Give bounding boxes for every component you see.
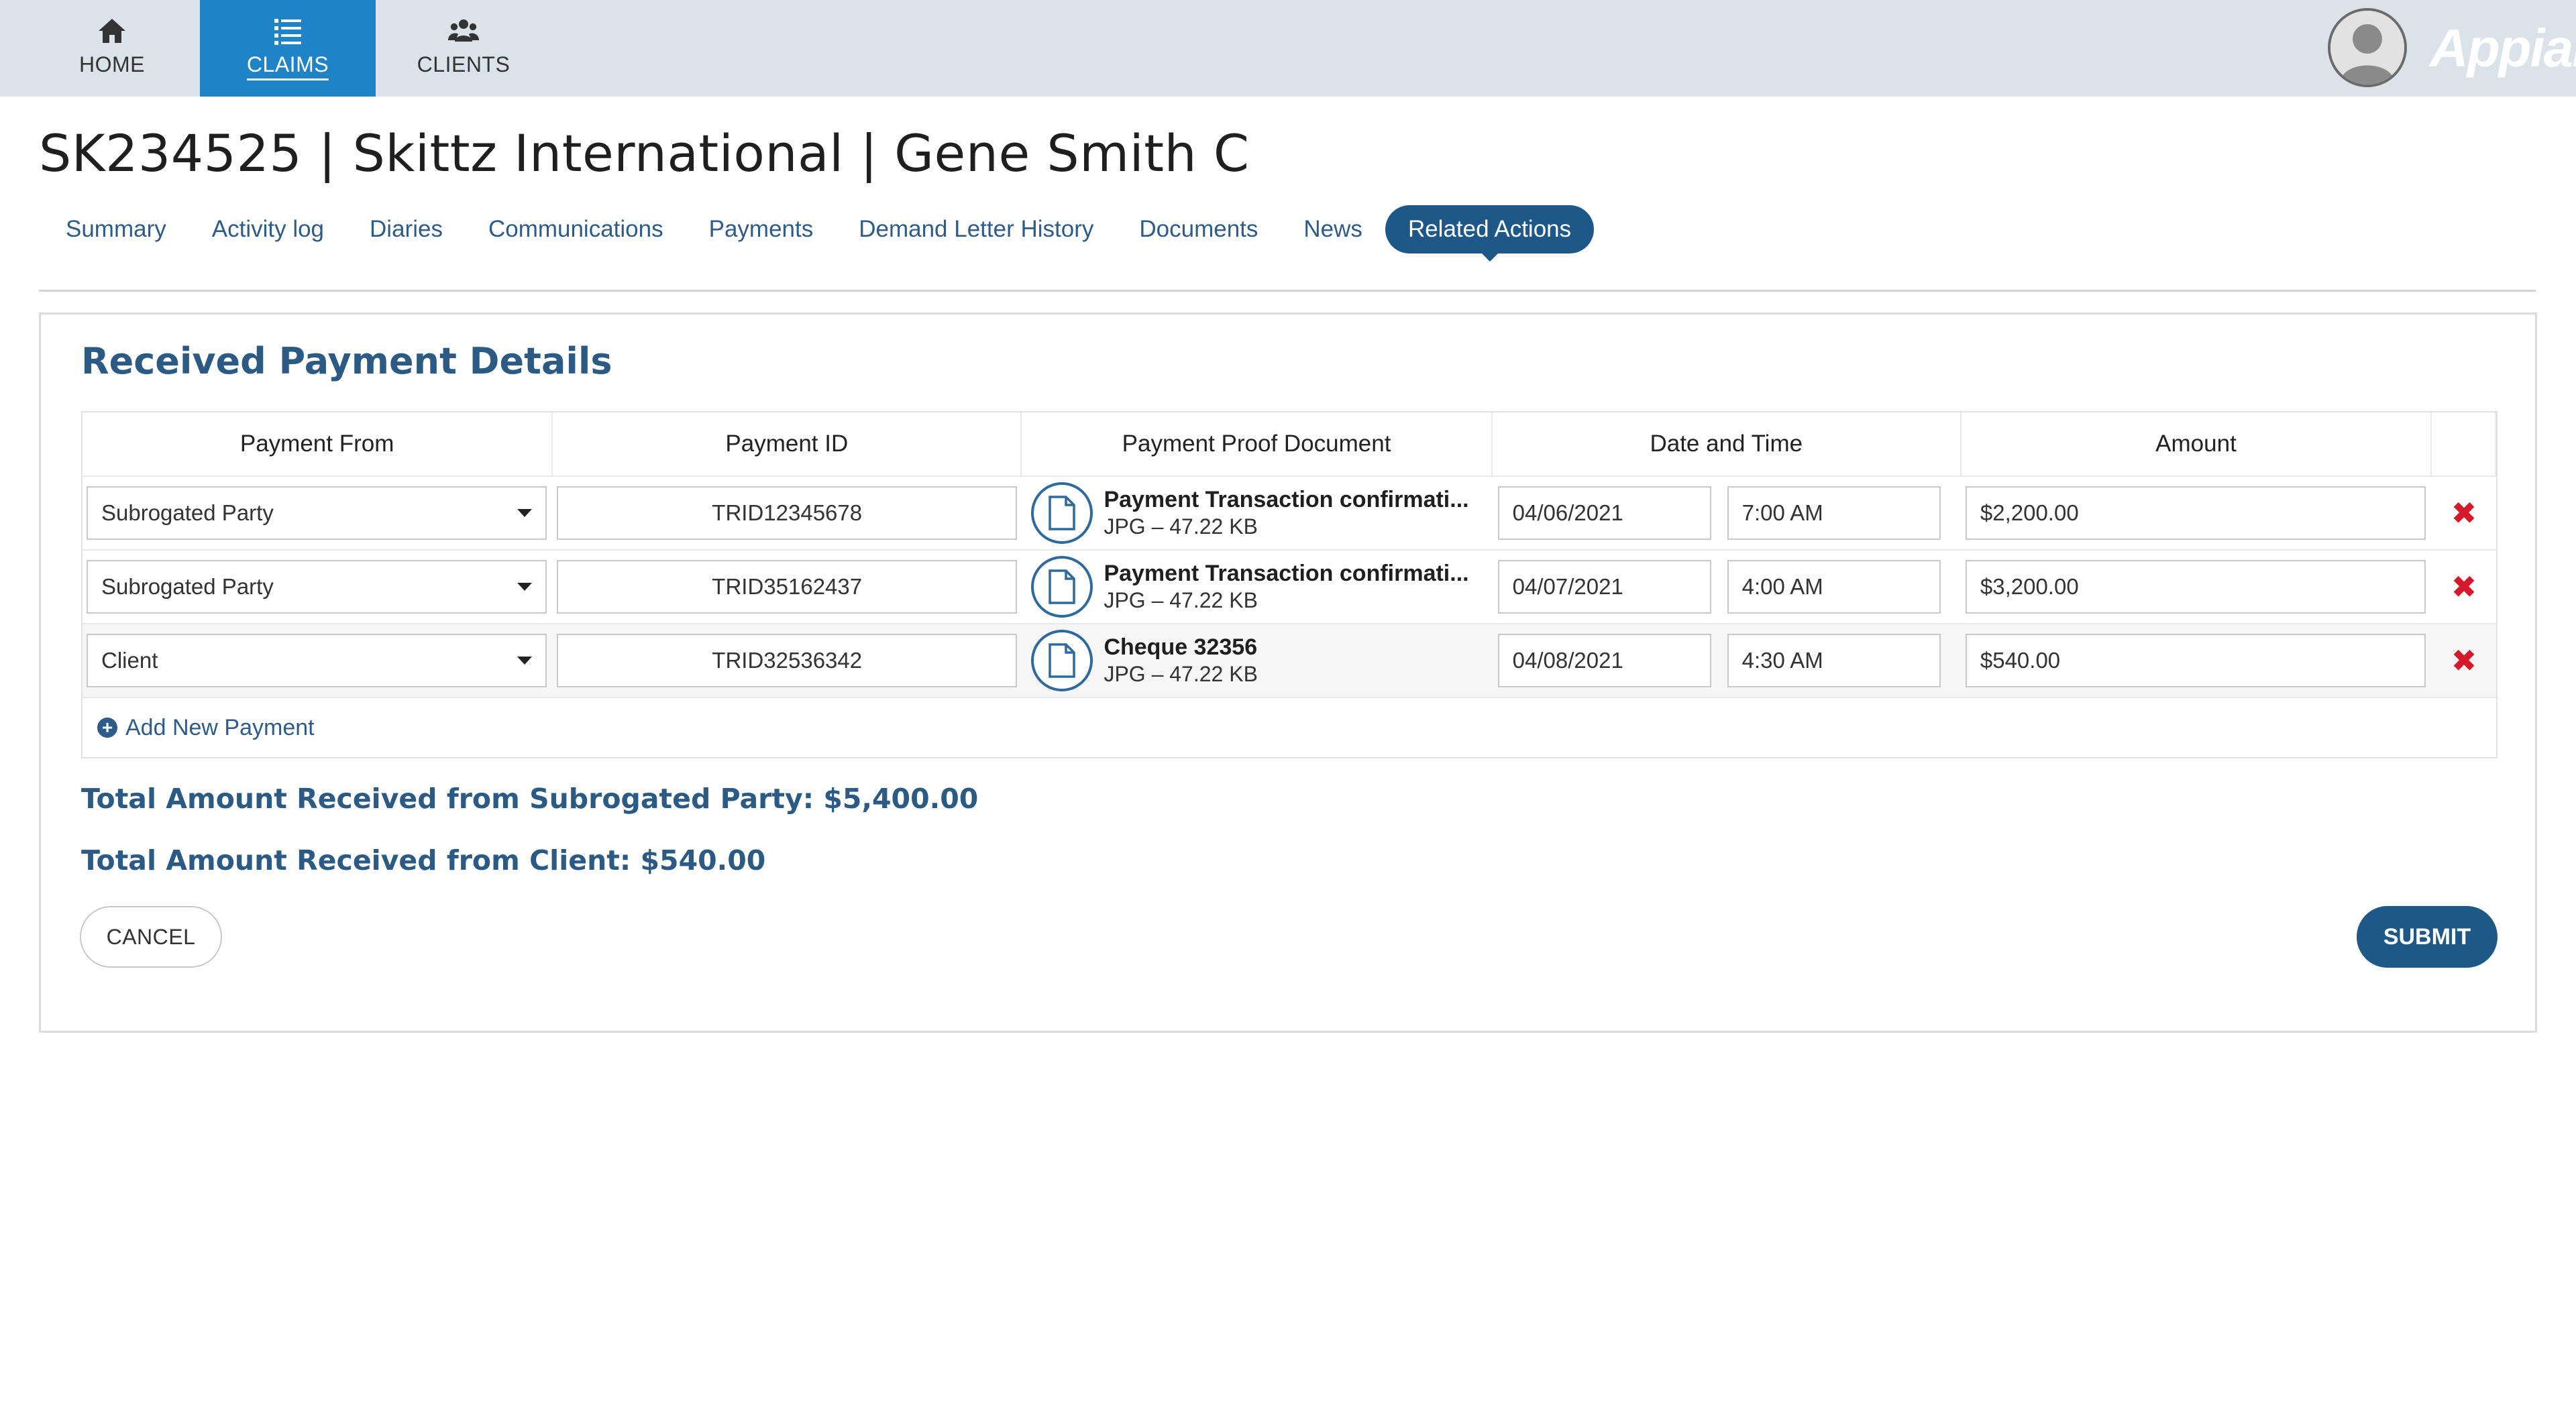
payment-from-select[interactable]: Subrogated Party	[87, 486, 547, 540]
payment-id-input[interactable]: TRID12345678	[557, 486, 1018, 540]
document-icon	[1031, 556, 1093, 618]
tab-demand-letter-history[interactable]: Demand Letter History	[836, 205, 1116, 253]
add-new-payment-link[interactable]: + Add New Payment	[83, 698, 2496, 757]
time-input[interactable]: 4:00 AM	[1727, 560, 1941, 614]
cancel-button[interactable]: CANCEL	[80, 906, 222, 968]
top-nav-bar: HOME CLAIMS CLIENTS Appian	[0, 0, 2576, 97]
payment-row: Subrogated Party TRID12345678 Payment Tr…	[83, 477, 2496, 551]
date-input[interactable]: 04/08/2021	[1497, 634, 1711, 687]
caret-down-icon	[517, 509, 532, 517]
payment-row: Subrogated Party TRID35162437 Payment Tr…	[83, 551, 2496, 624]
document-name: Cheque 32356	[1104, 634, 1258, 660]
user-avatar[interactable]	[2328, 8, 2407, 87]
payment-id-input[interactable]: TRID35162437	[557, 560, 1018, 614]
document-icon	[1031, 482, 1093, 544]
date-input[interactable]: 04/07/2021	[1497, 560, 1711, 614]
nav-clients[interactable]: CLIENTS	[376, 0, 551, 97]
users-icon	[448, 19, 479, 42]
document-name: Payment Transaction confirmati...	[1104, 561, 1469, 586]
proof-document-link[interactable]: Payment Transaction confirmati... JPG – 4…	[1026, 482, 1469, 544]
user-silhouette-icon	[2330, 11, 2404, 84]
proof-document-link[interactable]: Cheque 32356 JPG – 47.22 KB	[1026, 630, 1258, 691]
plus-circle-icon: +	[97, 717, 117, 738]
document-icon	[1031, 630, 1093, 691]
amount-input[interactable]: $540.00	[1965, 634, 2426, 687]
add-new-payment-label: Add New Payment	[125, 714, 315, 740]
column-header-proof-document: Payment Proof Document	[1022, 412, 1493, 475]
nav-claims[interactable]: CLAIMS	[200, 0, 376, 97]
nav-claims-label: CLAIMS	[246, 52, 329, 80]
section-title: Received Payment Details	[81, 340, 612, 382]
nav-home[interactable]: HOME	[24, 0, 200, 97]
amount-input[interactable]: $2,200.00	[1965, 486, 2426, 540]
column-header-payment-id: Payment ID	[553, 412, 1022, 475]
document-name: Payment Transaction confirmati...	[1104, 487, 1469, 512]
document-meta: JPG – 47.22 KB	[1104, 662, 1258, 686]
tab-communications[interactable]: Communications	[466, 205, 686, 253]
total-subrogated: Total Amount Received from Subrogated Pa…	[81, 783, 979, 815]
tab-payments[interactable]: Payments	[686, 205, 837, 253]
proof-document-link[interactable]: Payment Transaction confirmati... JPG – 4…	[1026, 556, 1469, 618]
remove-row-icon[interactable]: ✖	[2436, 569, 2492, 605]
submit-button[interactable]: SUBMIT	[2357, 906, 2498, 968]
caret-down-icon	[517, 657, 532, 665]
nav-clients-label: CLIENTS	[417, 52, 511, 76]
document-meta: JPG – 47.22 KB	[1104, 514, 1258, 539]
payment-from-select[interactable]: Client	[87, 634, 547, 687]
column-header-payment-from: Payment From	[83, 412, 553, 475]
column-header-date-time: Date and Time	[1493, 412, 1962, 475]
payment-from-value: Client	[101, 648, 158, 673]
payment-row: Client TRID32536342 Cheque 32356 JPG – 47…	[83, 624, 2496, 698]
tab-diaries[interactable]: Diaries	[347, 205, 466, 253]
column-header-amount: Amount	[1962, 412, 2432, 475]
payment-id-input[interactable]: TRID32536342	[557, 634, 1018, 687]
payments-grid: Payment From Payment ID Payment Proof Do…	[81, 411, 2498, 758]
grid-header-row: Payment From Payment ID Payment Proof Do…	[83, 412, 2496, 477]
remove-row-icon[interactable]: ✖	[2436, 642, 2492, 679]
time-input[interactable]: 4:30 AM	[1727, 634, 1941, 687]
record-tabs: Summary Activity log Diaries Communicati…	[43, 205, 1595, 253]
nav-home-label: HOME	[79, 52, 145, 76]
tab-news[interactable]: News	[1281, 205, 1385, 253]
payment-from-select[interactable]: Subrogated Party	[87, 560, 547, 614]
payment-from-value: Subrogated Party	[101, 574, 274, 599]
appian-logo: Appian	[2430, 18, 2576, 78]
date-input[interactable]: 04/06/2021	[1497, 486, 1711, 540]
document-meta: JPG – 47.22 KB	[1104, 588, 1258, 612]
tab-documents[interactable]: Documents	[1116, 205, 1281, 253]
remove-row-icon[interactable]: ✖	[2436, 495, 2492, 531]
tab-related-actions[interactable]: Related Actions	[1385, 205, 1595, 253]
payment-from-value: Subrogated Party	[101, 500, 274, 525]
tabs-divider	[39, 290, 2536, 292]
caret-down-icon	[517, 583, 532, 591]
page-title: SK234525 | Skittz International | Gene S…	[39, 123, 1250, 183]
amount-input[interactable]: $3,200.00	[1965, 560, 2426, 614]
home-icon	[99, 19, 125, 43]
tab-activity-log[interactable]: Activity log	[189, 205, 347, 253]
time-input[interactable]: 7:00 AM	[1727, 486, 1941, 540]
column-header-actions	[2432, 412, 2496, 475]
tab-summary[interactable]: Summary	[43, 205, 189, 253]
total-client: Total Amount Received from Client: $540.…	[81, 844, 766, 877]
list-icon	[274, 19, 301, 45]
payment-form-card: Received Payment Details Payment From Pa…	[39, 313, 2537, 1033]
